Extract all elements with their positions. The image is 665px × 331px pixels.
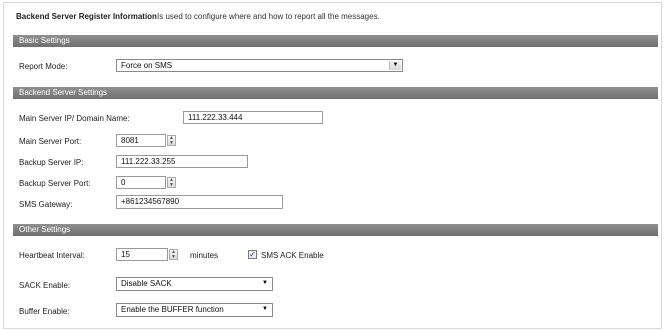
sms-ack-checkbox[interactable]: ✓ xyxy=(248,250,257,259)
chevron-down-icon[interactable]: ▼ xyxy=(262,278,268,289)
buffer-enable-label: Buffer Enable: xyxy=(19,307,70,316)
page-description: Is used to configure where and how to re… xyxy=(157,12,380,21)
heartbeat-unit-label: minutes xyxy=(190,251,219,260)
backup-server-port-input[interactable]: 0 xyxy=(116,176,166,189)
backup-server-ip-label: Backup Server IP: xyxy=(19,158,84,167)
heartbeat-interval-input[interactable]: 15 xyxy=(116,248,168,261)
main-server-port-label: Main Server Port: xyxy=(19,137,82,146)
main-server-port-input[interactable]: 8081 xyxy=(116,134,166,147)
section-basic-settings: Basic Settings xyxy=(13,35,658,47)
sms-gateway-label: SMS Gateway: xyxy=(19,200,73,209)
spinner-down-icon[interactable]: ▼ xyxy=(169,141,174,146)
page-title: Backend Server Register Information xyxy=(16,12,157,21)
spinner-arrows-icon[interactable]: ▲ ▼ xyxy=(169,249,178,260)
spinner-arrows-icon[interactable]: ▲ ▼ xyxy=(167,177,176,188)
sack-enable-label: SACK Enable: xyxy=(19,281,71,290)
sms-ack-label: SMS ACK Enable xyxy=(261,251,324,260)
settings-panel xyxy=(3,2,662,329)
report-mode-value: Force on SMS xyxy=(121,61,173,70)
chevron-down-icon[interactable]: ▼ xyxy=(389,61,401,70)
spinner-down-icon[interactable]: ▼ xyxy=(171,255,176,260)
heartbeat-interval-label: Heartbeat Interval: xyxy=(19,251,85,260)
main-server-ip-input[interactable]: 111.222.33.444 xyxy=(183,111,323,124)
backup-server-port-label: Backup Server Port: xyxy=(19,179,91,188)
spinner-down-icon[interactable]: ▼ xyxy=(169,183,174,188)
buffer-enable-select[interactable]: Enable the BUFFER function ▼ xyxy=(116,303,273,317)
report-mode-label: Report Mode: xyxy=(19,62,68,71)
section-backend-server-settings: Backend Server Settings xyxy=(13,87,658,99)
backup-server-ip-input[interactable]: 111.222.33.255 xyxy=(116,155,248,168)
report-mode-select[interactable]: Force on SMS ▼ xyxy=(116,59,403,72)
sack-enable-value: Disable SACK xyxy=(121,279,172,288)
sms-gateway-input[interactable]: +861234567890 xyxy=(116,195,283,209)
chevron-down-icon[interactable]: ▼ xyxy=(262,304,268,315)
main-server-ip-label: Main Server IP/ Domain Name: xyxy=(19,114,130,123)
buffer-enable-value: Enable the BUFFER function xyxy=(121,305,224,314)
sack-enable-select[interactable]: Disable SACK ▼ xyxy=(116,277,273,291)
section-other-settings: Other Settings xyxy=(13,224,658,236)
checkmark-icon: ✓ xyxy=(249,250,256,259)
spinner-arrows-icon[interactable]: ▲ ▼ xyxy=(167,135,176,146)
